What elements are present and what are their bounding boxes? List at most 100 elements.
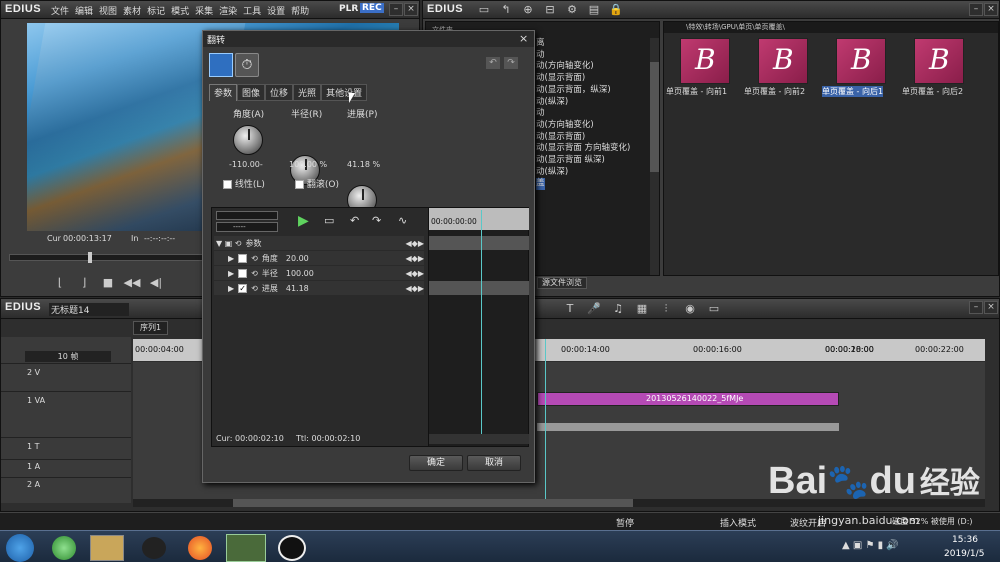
menu-file[interactable]: 文件: [51, 4, 69, 17]
param-value[interactable]: 20.00: [286, 254, 309, 263]
keyframe-timeline[interactable]: 00:00:00:00: [428, 208, 529, 446]
cancel-button[interactable]: 取消: [467, 455, 521, 471]
text-tool-icon[interactable]: T: [561, 301, 579, 317]
rewind-icon[interactable]: ◀◀: [123, 275, 141, 291]
scrubber-handle[interactable]: [88, 252, 92, 263]
tree-item[interactable]: 动(方向轴变化): [536, 120, 630, 132]
up-folder-icon[interactable]: ↰: [497, 2, 515, 18]
speed-slider[interactable]: [216, 211, 278, 220]
bin-minimize-button[interactable]: –: [969, 3, 983, 16]
timeline-close-button[interactable]: ×: [984, 301, 998, 314]
menu-clip[interactable]: 素材: [123, 4, 141, 17]
sliders-icon[interactable]: ⫶: [657, 301, 675, 317]
checkbox-box[interactable]: [223, 180, 232, 189]
tree-item[interactable]: 动: [536, 108, 630, 120]
tab-offset[interactable]: 位移: [265, 84, 294, 101]
set-out-icon[interactable]: ⌋: [75, 275, 93, 291]
mixer-icon[interactable]: ♫: [609, 301, 627, 317]
redo-icon[interactable]: ↷: [504, 57, 518, 69]
audio-mic-icon[interactable]: 🎤: [585, 301, 603, 317]
taskbar-item-qq[interactable]: [142, 537, 166, 559]
param-row-angle[interactable]: ▶ ⟲ 角度 20.00 ◀◆▶: [214, 251, 424, 265]
tab-lighting[interactable]: 光照: [293, 84, 322, 101]
prev-key-icon[interactable]: ↶: [350, 214, 359, 227]
clock-date[interactable]: 2019/1/5: [944, 549, 984, 559]
param-row-radius[interactable]: ▶ ⟲ 半径 100.00 ◀◆▶: [214, 266, 424, 280]
menu-mode[interactable]: 模式: [171, 4, 189, 17]
taskbar-item-edius[interactable]: [226, 534, 266, 562]
menu-edit[interactable]: 编辑: [75, 4, 93, 17]
stopwatch-icon[interactable]: ⏱: [235, 53, 259, 77]
clock-time[interactable]: 15:36: [952, 535, 978, 545]
add-clip-icon[interactable]: ⊕: [519, 2, 537, 18]
palette-icon[interactable]: [209, 53, 233, 77]
param-value[interactable]: 41.18: [286, 284, 309, 293]
video-clip[interactable]: 20130526140022_5fMJe: [537, 392, 839, 406]
close-button[interactable]: ×: [404, 3, 418, 16]
effect-thumb-back2[interactable]: B: [914, 38, 964, 84]
play-icon[interactable]: ▶: [298, 213, 309, 229]
set-in-icon[interactable]: ⌊: [51, 275, 69, 291]
settings-icon[interactable]: ⚙: [563, 2, 581, 18]
param-row-progress[interactable]: ▶ ✓ ⟲ 进展 41.18 ◀◆▶: [214, 281, 424, 295]
zoom-scale[interactable]: 10 帧: [25, 351, 111, 362]
param-value[interactable]: 100.00: [286, 269, 314, 278]
flip-checkbox[interactable]: 翻滚(O): [295, 177, 339, 190]
taskbar-item-ie[interactable]: [52, 536, 76, 560]
taskbar-item-explorer[interactable]: [90, 535, 124, 561]
start-button[interactable]: [6, 534, 34, 562]
param-group-row[interactable]: ▼ ▣ ⟲ 参数 ◀◆▶: [214, 236, 424, 250]
plr-label[interactable]: PLR: [339, 4, 358, 14]
ok-button[interactable]: 确定: [409, 455, 463, 471]
menu-tools[interactable]: 工具: [243, 4, 261, 17]
angle-check[interactable]: [238, 253, 248, 263]
speed-dropdown[interactable]: -----: [216, 222, 278, 232]
tree-item[interactable]: 动(纵深): [536, 97, 630, 109]
tree-item[interactable]: 离: [536, 38, 630, 50]
tree-item-selected[interactable]: 盖: [536, 178, 545, 191]
effect-thumb-forward1[interactable]: B: [680, 38, 730, 84]
menu-help[interactable]: 帮助: [291, 4, 309, 17]
minimize-button[interactable]: –: [389, 3, 403, 16]
linear-checkbox[interactable]: 线性(L): [223, 177, 265, 190]
tab-other-settings[interactable]: 其他设置: [321, 84, 368, 101]
panel-icon[interactable]: ▭: [705, 301, 723, 317]
tree-item[interactable]: 动(显示背面 纵深): [536, 155, 630, 167]
tree-scrollbar[interactable]: [650, 38, 659, 275]
tree-item[interactable]: 动(显示背面，纵深): [536, 85, 630, 97]
rec-label[interactable]: REC: [360, 3, 384, 13]
grid-icon[interactable]: ▦: [633, 301, 651, 317]
bin-close-button[interactable]: ×: [984, 3, 998, 16]
tree-item[interactable]: 动(显示背面): [536, 73, 630, 85]
menu-capture[interactable]: 采集: [195, 4, 213, 17]
dialog-close-icon[interactable]: ×: [519, 32, 528, 45]
next-key-icon[interactable]: ↷: [372, 214, 381, 227]
tab-params[interactable]: 参数: [209, 84, 238, 101]
menu-marker[interactable]: 标记: [147, 4, 165, 17]
graph-icon[interactable]: ∿: [398, 214, 407, 227]
track-2v[interactable]: 2 V: [1, 363, 131, 389]
track-1va[interactable]: 1 VA: [1, 391, 131, 435]
vectorscope-icon[interactable]: ◉: [681, 301, 699, 317]
delete-icon[interactable]: ⊟: [541, 2, 559, 18]
menu-view[interactable]: 视图: [99, 4, 117, 17]
playhead[interactable]: [545, 339, 546, 501]
progress-check[interactable]: ✓: [238, 283, 248, 293]
sequence-tab[interactable]: 序列1: [133, 321, 169, 335]
keyframe-add-icon[interactable]: ▭: [324, 214, 334, 227]
tray-icons[interactable]: ▲ ▣ ⚑ ▮ 🔊: [842, 540, 899, 551]
taskbar-item-firefox[interactable]: [188, 536, 212, 560]
effect-thumb-forward2[interactable]: B: [758, 38, 808, 84]
keyframe-hscroll[interactable]: [429, 434, 529, 444]
angle-knob[interactable]: [233, 125, 263, 155]
track-1t[interactable]: 1 T: [1, 437, 131, 457]
tree-item[interactable]: 动(纵深): [536, 167, 630, 179]
timeline-minimize-button[interactable]: –: [969, 301, 983, 314]
lock-icon[interactable]: 🔒: [607, 2, 625, 18]
source-browser-tab[interactable]: 源文件浏览: [537, 277, 587, 289]
tree-item[interactable]: 动: [536, 50, 630, 62]
stop-icon[interactable]: ■: [99, 275, 117, 291]
folder-icon[interactable]: ▭: [475, 2, 493, 18]
track-2a[interactable]: 2 A: [1, 477, 131, 493]
taskbar-item-recorder[interactable]: [278, 535, 306, 561]
